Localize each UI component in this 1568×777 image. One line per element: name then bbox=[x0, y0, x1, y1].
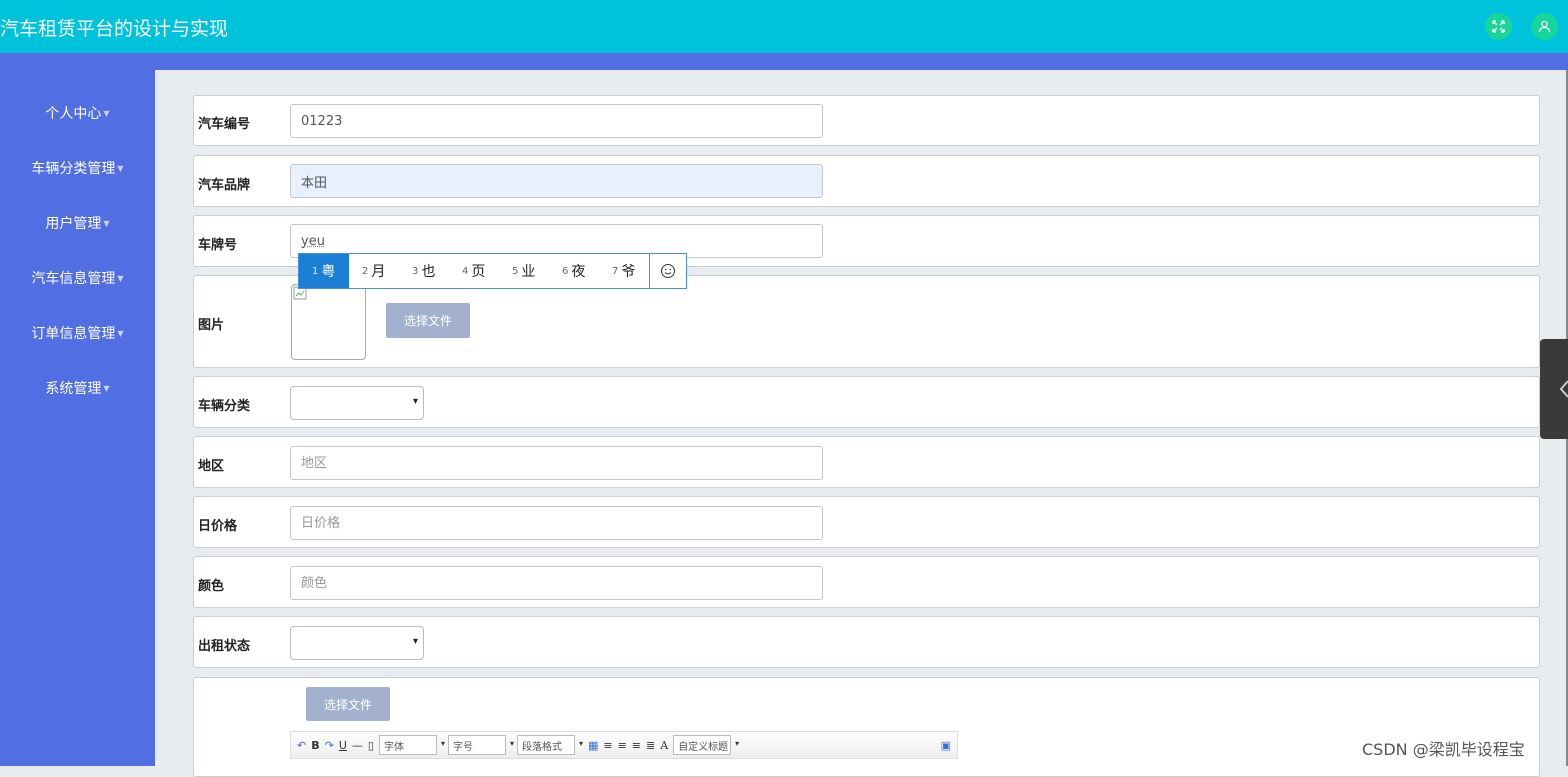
form-row-color: 颜色 bbox=[193, 556, 1540, 608]
ime-candidate[interactable]: 4页 bbox=[449, 254, 499, 288]
detail-choose-file-button[interactable]: 选择文件 bbox=[306, 687, 390, 721]
color-label: 颜色 bbox=[198, 579, 225, 594]
top-header: 汽车租赁平台的设计与实现 bbox=[0, 0, 1568, 53]
custom-title-select[interactable]: 自定义标题 bbox=[673, 735, 739, 755]
brand-label: 汽车品牌 bbox=[198, 178, 251, 193]
undo-icon[interactable]: ↶ bbox=[297, 740, 306, 751]
sidebar-item-user-management[interactable]: 用户管理 ▼ bbox=[0, 213, 155, 233]
region-input[interactable] bbox=[290, 446, 823, 480]
align-left-icon[interactable]: ≡ bbox=[603, 740, 612, 751]
form-row-region: 地区 bbox=[193, 436, 1540, 488]
bold-button[interactable]: B bbox=[311, 740, 319, 751]
status-label: 出租状态 bbox=[198, 639, 251, 654]
caret-down-icon: ▼ bbox=[117, 274, 124, 283]
form-row-price: 日价格 bbox=[193, 496, 1540, 548]
horizontal-rule-icon[interactable]: — bbox=[352, 740, 363, 751]
sidebar: 个人中心 ▼ 车辆分类管理 ▼ 用户管理 ▼ 汽车信息管理 ▼ 订单信息管理 ▼ 系统管理… bbox=[0, 53, 155, 766]
sidebar-item-system[interactable]: 系统管理 ▼ bbox=[0, 378, 155, 398]
ime-candidate[interactable]: 7爷 bbox=[599, 254, 649, 288]
preview-icon[interactable]: ▣ bbox=[941, 740, 951, 751]
car-no-label: 汽车编号 bbox=[198, 117, 251, 132]
sub-header-bar bbox=[155, 53, 1568, 70]
ime-candidate[interactable]: 3也 bbox=[399, 254, 449, 288]
fullscreen-icon[interactable] bbox=[1485, 13, 1512, 40]
sidebar-item-order-info[interactable]: 订单信息管理 ▼ bbox=[0, 323, 155, 343]
align-right-icon[interactable]: ≡ bbox=[618, 740, 627, 751]
underline-button[interactable]: U bbox=[339, 740, 347, 751]
form-row-brand: 汽车品牌 bbox=[193, 155, 1540, 207]
app-title: 汽车租赁平台的设计与实现 bbox=[0, 18, 229, 40]
image-label: 图片 bbox=[198, 318, 225, 333]
category-select[interactable]: ▾ bbox=[290, 386, 424, 420]
price-label: 日价格 bbox=[198, 519, 238, 534]
region-label: 地区 bbox=[198, 459, 225, 474]
caret-down-icon: ▼ bbox=[103, 109, 110, 118]
chevron-left-icon bbox=[1559, 380, 1568, 398]
caret-down-icon: ▼ bbox=[117, 164, 124, 173]
ime-candidate[interactable]: 2月 bbox=[349, 254, 399, 288]
font-size-select[interactable]: 字号 bbox=[447, 735, 514, 755]
price-input[interactable] bbox=[290, 506, 823, 540]
sidebar-item-car-info[interactable]: 汽车信息管理 ▼ bbox=[0, 268, 155, 288]
chevron-down-icon: ▾ bbox=[412, 396, 418, 407]
align-justify-icon[interactable]: ≣ bbox=[646, 740, 655, 751]
caret-down-icon: ▼ bbox=[103, 384, 110, 393]
watermark: CSDN @梁凯毕设程宝 bbox=[1362, 740, 1525, 759]
align-center-icon[interactable]: ≡ bbox=[632, 740, 641, 751]
paragraph-format-select[interactable]: 段落格式 bbox=[516, 735, 583, 755]
sidebar-item-personal-center[interactable]: 个人中心 ▼ bbox=[0, 103, 155, 123]
image-choose-file-button[interactable]: 选择文件 bbox=[386, 303, 470, 338]
side-collapse-tab[interactable] bbox=[1540, 339, 1568, 439]
font-color-button[interactable]: A bbox=[660, 740, 668, 751]
page-icon[interactable]: ▯ bbox=[368, 740, 374, 751]
color-input[interactable] bbox=[290, 566, 823, 600]
form-row-category: 车辆分类 ▾ bbox=[193, 376, 1540, 428]
font-family-select[interactable]: 字体 bbox=[378, 735, 445, 755]
chevron-down-icon: ▾ bbox=[412, 636, 418, 647]
redo-icon[interactable]: ↷ bbox=[325, 740, 334, 751]
caret-down-icon: ▼ bbox=[103, 219, 110, 228]
user-icon[interactable] bbox=[1531, 13, 1558, 40]
rich-text-toolbar: ↶ B ↷ U — ▯ 字体 字号 段落格式 ▦ ≡ ≡ ≡ ≣ A 自定义标题… bbox=[290, 731, 958, 759]
ime-candidate[interactable]: 6夜 bbox=[549, 254, 599, 288]
plate-label: 车牌号 bbox=[198, 238, 238, 253]
sidebar-item-vehicle-category[interactable]: 车辆分类管理 ▼ bbox=[0, 158, 155, 178]
status-select[interactable]: ▾ bbox=[290, 626, 424, 660]
form-row-car-no: 汽车编号 bbox=[193, 95, 1540, 146]
category-label: 车辆分类 bbox=[198, 399, 251, 414]
car-no-input[interactable] bbox=[290, 104, 823, 138]
form-row-detail: 选择文件 ↶ B ↷ U — ▯ 字体 字号 段落格式 ▦ ≡ ≡ ≡ ≣ A … bbox=[193, 677, 1540, 777]
form-row-status: 出租状态 ▾ bbox=[193, 616, 1540, 668]
image-preview bbox=[291, 284, 366, 360]
ime-candidate[interactable]: 5业 bbox=[499, 254, 549, 288]
ime-candidate-window: 1粤 2月 3也 4页 5业 6夜 7爷 bbox=[298, 253, 687, 289]
brand-input[interactable] bbox=[290, 164, 823, 198]
ime-candidate[interactable]: 1粤 bbox=[299, 254, 349, 288]
caret-down-icon: ▼ bbox=[117, 329, 124, 338]
table-icon[interactable]: ▦ bbox=[588, 740, 598, 751]
emoji-icon[interactable] bbox=[649, 254, 686, 288]
